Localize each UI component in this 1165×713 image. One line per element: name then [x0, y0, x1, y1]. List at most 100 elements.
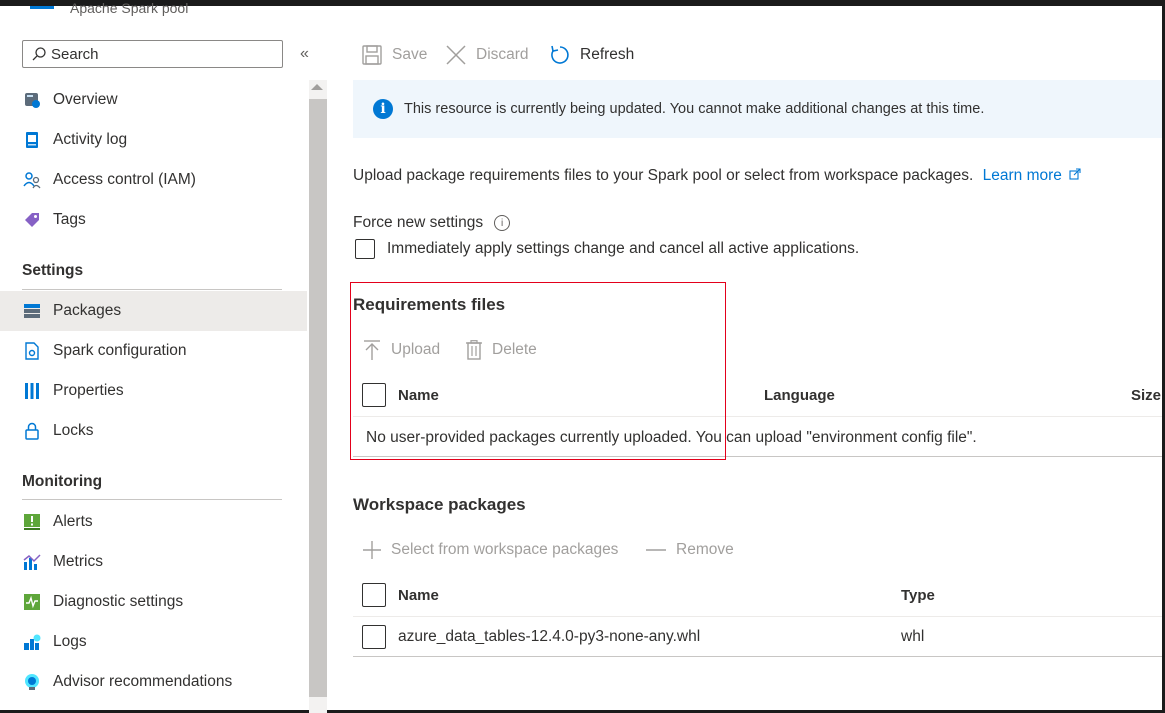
- search-box[interactable]: [22, 40, 283, 68]
- sidebar-item-label: Locks: [53, 422, 94, 439]
- workspace-column-type[interactable]: Type: [901, 587, 935, 604]
- sidebar-scrollbar-thumb[interactable]: [309, 99, 327, 697]
- requirements-header-divider: [353, 416, 1162, 417]
- logs-icon: [23, 633, 41, 651]
- force-settings-checkbox[interactable]: [355, 239, 375, 259]
- delete-button[interactable]: Delete: [466, 340, 537, 360]
- sidebar-item-access-control[interactable]: Access control (IAM): [0, 160, 307, 200]
- requirements-empty-message: No user-provided packages currently uplo…: [366, 429, 977, 446]
- workspace-select-all-checkbox[interactable]: [362, 583, 386, 607]
- sidebar-item-label: Access control (IAM): [53, 171, 196, 188]
- discard-button[interactable]: Discard: [446, 42, 529, 68]
- resource-icon: [30, 6, 54, 9]
- settings-section-divider: [22, 289, 282, 290]
- remove-label: Remove: [676, 541, 734, 558]
- upload-button[interactable]: Upload: [363, 340, 440, 360]
- description-text: Upload package requirements files to you…: [353, 167, 974, 184]
- sidebar-item-tags[interactable]: Tags: [0, 200, 307, 240]
- sidebar-item-label: Spark configuration: [53, 342, 187, 359]
- workspace-bottom-divider: [353, 656, 1162, 657]
- advisor-icon: [23, 673, 41, 691]
- lock-icon: [23, 422, 41, 440]
- resource-subtitle: Apache Spark pool: [70, 0, 189, 16]
- page-description: Upload package requirements files to you…: [353, 167, 1081, 185]
- sidebar-item-properties[interactable]: Properties: [0, 371, 307, 411]
- sidebar-item-label: Tags: [53, 211, 86, 228]
- requirements-column-language[interactable]: Language: [764, 387, 835, 404]
- minus-icon: [646, 549, 666, 551]
- sidebar-item-metrics[interactable]: Metrics: [0, 542, 307, 582]
- sidebar-item-label: Metrics: [53, 553, 103, 570]
- scroll-up-arrow-icon[interactable]: [311, 84, 323, 90]
- requirements-column-size[interactable]: Size: [1131, 387, 1161, 404]
- row-checkbox[interactable]: [362, 625, 386, 649]
- add-icon: [363, 541, 381, 559]
- requirements-bottom-divider: [353, 456, 1162, 457]
- remove-button[interactable]: Remove: [646, 541, 734, 559]
- sidebar-item-overview[interactable]: Overview: [0, 80, 307, 120]
- package-name-cell: azure_data_tables-12.4.0-py3-none-any.wh…: [398, 628, 701, 645]
- requirements-column-name[interactable]: Name: [398, 387, 439, 404]
- banner-message: This resource is currently being updated…: [404, 101, 985, 117]
- properties-icon: [23, 382, 41, 400]
- spark-config-icon: [23, 342, 41, 360]
- external-link-icon: [1069, 168, 1081, 180]
- save-icon: [362, 45, 382, 65]
- sidebar-item-label: Properties: [53, 382, 124, 399]
- refresh-icon: [551, 45, 569, 64]
- workspace-header-divider: [353, 616, 1162, 617]
- activity-log-icon: [23, 131, 41, 149]
- search-input[interactable]: [51, 45, 251, 63]
- sidebar-item-label: Logs: [53, 633, 87, 650]
- sidebar-item-diagnostic-settings[interactable]: Diagnostic settings: [0, 582, 307, 622]
- force-settings-checkbox-label: Immediately apply settings change and ca…: [387, 240, 860, 257]
- sidebar-item-label: Packages: [53, 302, 122, 319]
- workspace-packages-title: Workspace packages: [353, 495, 526, 514]
- sidebar-item-locks[interactable]: Locks: [0, 411, 307, 451]
- workspace-column-name[interactable]: Name: [398, 587, 439, 604]
- delete-label: Delete: [492, 341, 537, 358]
- sidebar-item-spark-configuration[interactable]: Spark configuration: [0, 331, 307, 371]
- select-workspace-packages-label: Select from workspace packages: [391, 541, 619, 558]
- package-type-cell: whl: [901, 628, 925, 645]
- sidebar-item-advisor-recommendations[interactable]: Advisor recommendations: [0, 662, 307, 702]
- sidebar-item-label: Alerts: [53, 513, 93, 530]
- alerts-icon: [23, 513, 41, 531]
- refresh-button[interactable]: Refresh: [550, 42, 634, 68]
- select-workspace-packages-button[interactable]: Select from workspace packages: [363, 541, 618, 559]
- settings-section-title: Settings: [22, 262, 84, 279]
- info-icon: i: [373, 99, 393, 119]
- overview-icon: [23, 91, 41, 109]
- requirements-title: Requirements files: [353, 295, 506, 314]
- search-icon: [32, 47, 46, 61]
- collapse-sidebar-button[interactable]: «: [300, 45, 309, 63]
- upload-icon: [364, 340, 380, 360]
- trash-icon: [466, 340, 482, 360]
- monitoring-section-divider: [22, 499, 282, 500]
- sidebar-item-label: Activity log: [53, 131, 128, 148]
- sidebar-item-label: Overview: [53, 91, 118, 108]
- metrics-icon: [23, 553, 41, 571]
- sidebar-item-label: Advisor recommendations: [53, 673, 233, 690]
- requirements-select-all-checkbox[interactable]: [362, 383, 386, 407]
- sidebar-item-label: Diagnostic settings: [53, 593, 184, 610]
- info-icon[interactable]: i: [494, 215, 511, 231]
- close-icon: [446, 45, 466, 65]
- sidebar: Apache Spark pool « Overview Activity lo…: [0, 0, 327, 713]
- upload-label: Upload: [391, 341, 441, 358]
- sidebar-item-packages[interactable]: Packages: [0, 291, 307, 331]
- force-settings-label: Force new settings: [353, 214, 484, 231]
- force-settings-label-row: Force new settings i: [353, 214, 511, 232]
- sidebar-item-activity-log[interactable]: Activity log: [0, 120, 307, 160]
- sidebar-item-alerts[interactable]: Alerts: [0, 502, 307, 542]
- tag-icon: [23, 211, 41, 229]
- save-button[interactable]: Save: [362, 42, 427, 68]
- sidebar-item-logs[interactable]: Logs: [0, 622, 307, 662]
- monitoring-section-title: Monitoring: [22, 473, 103, 490]
- diagnostic-icon: [23, 593, 41, 611]
- save-label: Save: [392, 46, 428, 63]
- info-banner: i This resource is currently being updat…: [353, 80, 1162, 138]
- access-control-icon: [23, 171, 41, 189]
- learn-more-link[interactable]: Learn more: [983, 167, 1062, 184]
- packages-icon: [23, 302, 41, 320]
